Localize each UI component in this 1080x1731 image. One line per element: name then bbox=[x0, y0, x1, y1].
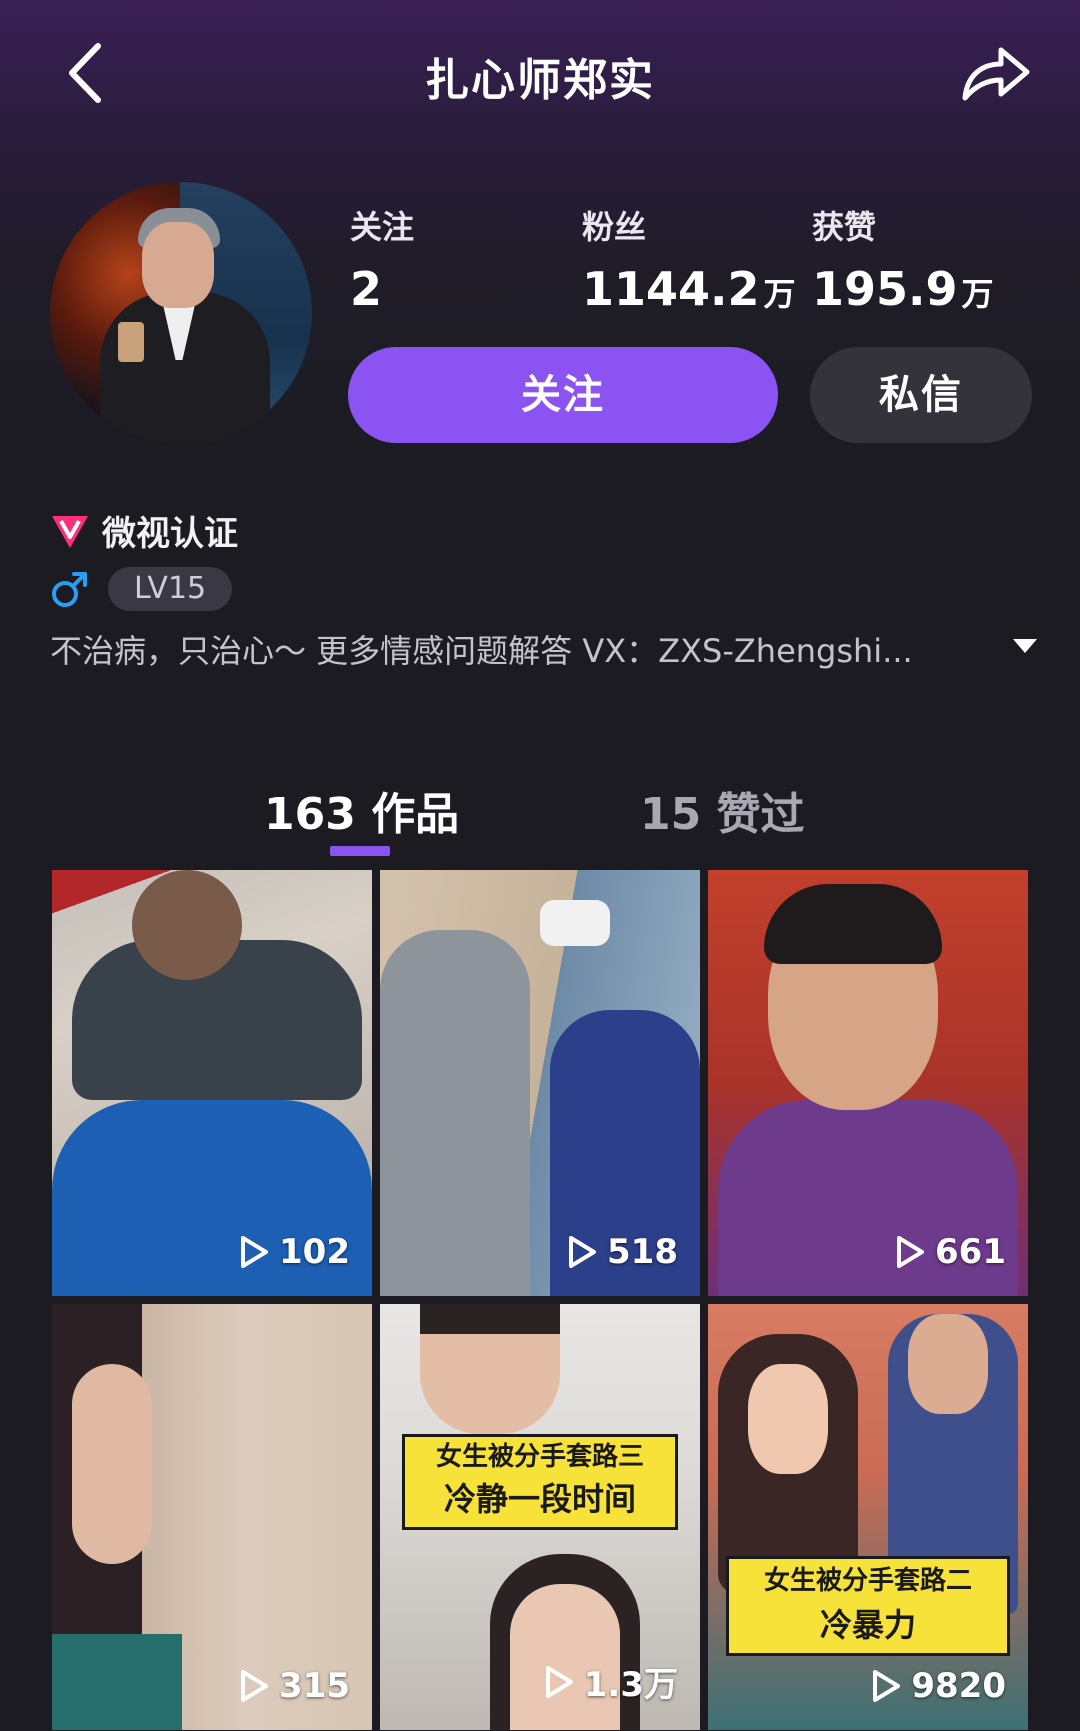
avatar[interactable] bbox=[50, 182, 312, 444]
message-button[interactable]: 私信 bbox=[810, 347, 1032, 443]
tab-liked[interactable]: 15 赞过 bbox=[640, 778, 805, 842]
profile-bio: 不治病，只治心～ 更多情感问题解答 VX：ZXS-Zhengshi... bbox=[50, 632, 913, 670]
play-icon bbox=[569, 1236, 597, 1268]
caption-line: 女生被分手套路三 bbox=[435, 1442, 644, 1472]
video-caption: 女生被分手套路二 冷暴力 bbox=[726, 1556, 1010, 1656]
video-thumbnail[interactable]: 315 bbox=[52, 1304, 372, 1730]
thumbnail-face bbox=[748, 1364, 828, 1474]
thumbnail-figure bbox=[380, 930, 530, 1296]
thumbnail-hair bbox=[420, 1304, 560, 1334]
play-icon bbox=[241, 1236, 269, 1268]
gender-level-row: LV15 bbox=[50, 566, 233, 612]
view-count: 9820 bbox=[871, 1666, 1006, 1706]
share-arrow-icon bbox=[962, 47, 1030, 101]
follow-button[interactable]: 关注 bbox=[348, 347, 778, 443]
caption-line: 冷静一段时间 bbox=[443, 1480, 636, 1518]
level-badge: LV15 bbox=[108, 567, 233, 611]
stat-fans[interactable]: 粉丝 1144.2 万 bbox=[582, 202, 796, 316]
tab-works[interactable]: 163 作品 bbox=[264, 778, 459, 842]
thumbnail-sleeve bbox=[52, 1634, 182, 1730]
caption-line: 冷暴力 bbox=[819, 1606, 916, 1644]
view-count: 518 bbox=[567, 1232, 678, 1272]
video-thumbnail[interactable]: 女生被分手套路二 冷暴力 9820 bbox=[708, 1304, 1028, 1730]
play-icon bbox=[241, 1670, 269, 1702]
stat-value: 195.9 万 bbox=[812, 262, 994, 316]
thumbnail-face bbox=[908, 1314, 988, 1414]
view-count: 661 bbox=[895, 1232, 1006, 1272]
tab-indicator bbox=[330, 846, 390, 856]
stat-value: 1144.2 万 bbox=[582, 262, 796, 316]
caret-down-icon bbox=[1013, 639, 1037, 653]
play-icon bbox=[897, 1236, 925, 1268]
view-count: 102 bbox=[239, 1232, 350, 1272]
stat-value: 2 bbox=[350, 262, 383, 316]
top-bar: 扎心师郑实 bbox=[0, 0, 1080, 150]
stat-label: 粉丝 bbox=[582, 208, 647, 246]
expand-bio-button[interactable] bbox=[1010, 636, 1040, 656]
thumbnail-hair bbox=[764, 884, 942, 964]
thumbnail-head bbox=[132, 870, 242, 980]
v-badge-icon bbox=[52, 516, 88, 548]
avatar-face bbox=[142, 222, 214, 308]
video-thumbnail[interactable]: 女生被分手套路三 冷静一段时间 1.3万 bbox=[380, 1304, 700, 1730]
video-thumbnail[interactable]: 102 bbox=[52, 870, 372, 1296]
share-button[interactable] bbox=[955, 38, 1035, 108]
caption-line: 女生被分手套路二 bbox=[763, 1566, 972, 1596]
play-icon bbox=[873, 1670, 901, 1702]
content-tabs: 163 作品 15 赞过 bbox=[0, 778, 1080, 858]
view-count: 1.3万 bbox=[544, 1657, 678, 1706]
video-caption: 女生被分手套路三 冷静一段时间 bbox=[402, 1434, 678, 1530]
stat-following[interactable]: 关注 2 bbox=[350, 202, 414, 316]
verification-label: 微视认证 bbox=[102, 513, 238, 554]
male-icon bbox=[52, 572, 87, 607]
thumbnail-face bbox=[72, 1364, 152, 1564]
stat-label: 关注 bbox=[350, 208, 415, 246]
play-icon bbox=[545, 1665, 573, 1698]
view-count: 315 bbox=[239, 1666, 350, 1706]
verification-row: 微视认证 bbox=[50, 508, 238, 554]
stat-label: 获赞 bbox=[812, 208, 877, 246]
video-thumbnail[interactable]: 518 bbox=[380, 870, 700, 1296]
video-thumbnail[interactable]: 661 bbox=[708, 870, 1028, 1296]
thumbnail-car bbox=[540, 900, 610, 946]
avatar-cup bbox=[118, 322, 144, 362]
video-grid: 102 518 661 315 女生被分手套路三 冷静一段时间 1.3万 女生被… bbox=[52, 870, 1028, 1731]
page-title: 扎心师郑实 bbox=[425, 55, 655, 106]
stat-likes[interactable]: 获赞 195.9 万 bbox=[812, 202, 994, 316]
